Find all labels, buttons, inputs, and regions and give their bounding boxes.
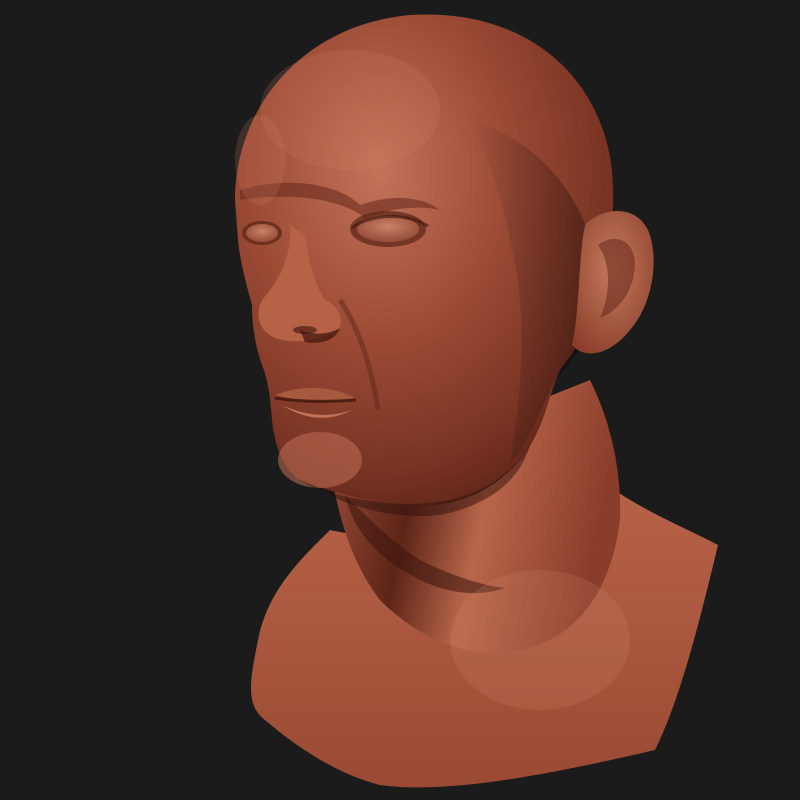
temple-highlight	[235, 115, 285, 205]
nostril	[293, 326, 317, 334]
sculpted-head-bust	[235, 14, 718, 788]
forehead-highlight	[260, 50, 440, 170]
chest-highlight	[450, 570, 630, 710]
chin	[278, 432, 362, 488]
viewport	[0, 0, 800, 800]
left-eye	[242, 221, 282, 245]
ear	[572, 211, 654, 354]
